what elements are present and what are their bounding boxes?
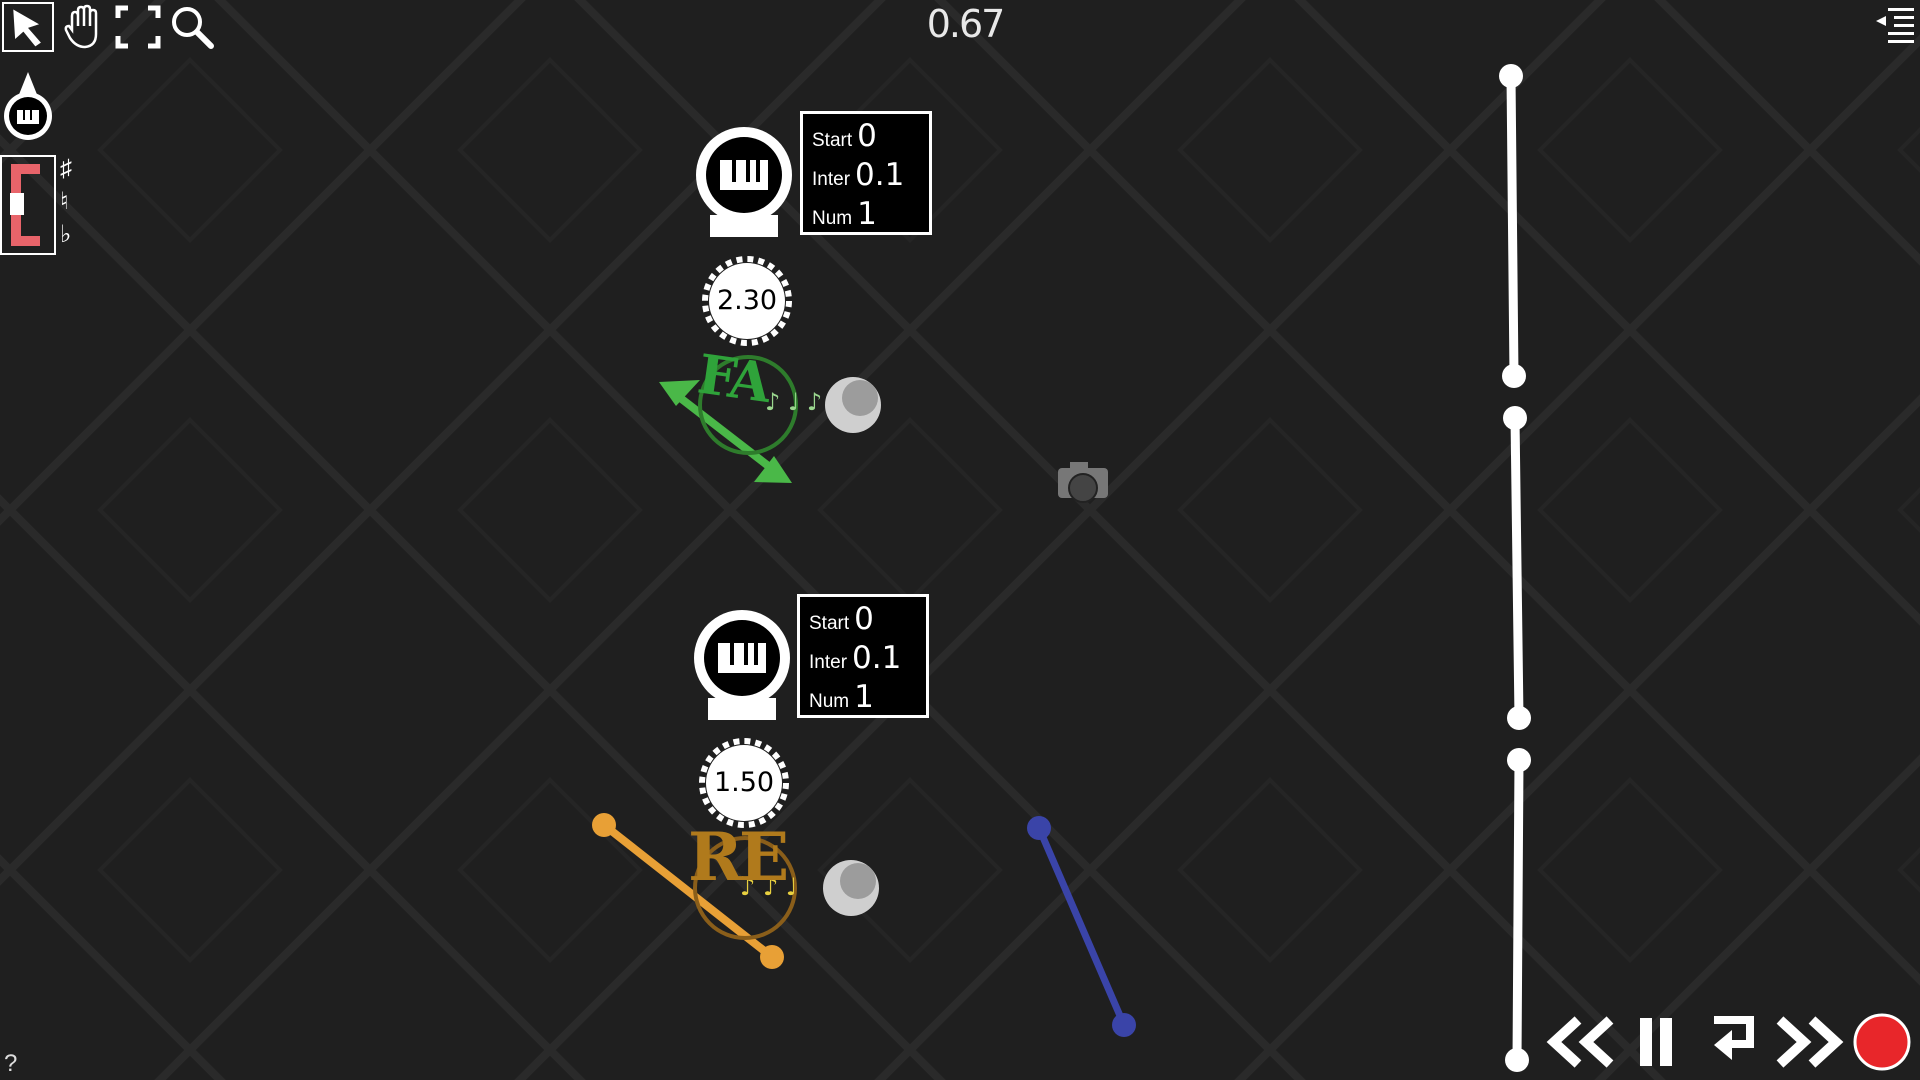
hand-icon	[64, 4, 98, 49]
fast-forward-button[interactable]	[1770, 1014, 1846, 1070]
inter-label: Inter	[809, 652, 848, 673]
record-button[interactable]	[1852, 1012, 1912, 1072]
select-tool-button[interactable]	[2, 2, 54, 52]
piano-tool-button[interactable]	[2, 68, 54, 144]
start-value[interactable]: 0	[857, 118, 877, 154]
loop-icon	[1714, 1016, 1754, 1060]
note-label-re: RE	[688, 818, 789, 896]
rewind-button[interactable]	[1544, 1014, 1620, 1070]
start-label: Start	[812, 130, 853, 151]
num-label: Num	[812, 208, 853, 229]
fast-forward-icon	[1776, 1016, 1844, 1068]
flat-option[interactable]: ♭	[60, 218, 72, 251]
timer-display: 0.67	[926, 2, 1006, 46]
num-value[interactable]: 1	[854, 679, 874, 715]
fullscreen-tool-button[interactable]	[112, 2, 164, 52]
camera-icon[interactable]	[1058, 462, 1108, 503]
white-line-2[interactable]	[1503, 406, 1531, 730]
record-icon	[1853, 1013, 1911, 1071]
sharp-option[interactable]: ♯	[60, 152, 72, 185]
menu-button[interactable]	[1874, 4, 1916, 46]
spawner-1-settings[interactable]: Start 0 Inter 0.1 Num 1	[800, 111, 932, 235]
gear-1-value[interactable]: 2.30	[708, 281, 786, 321]
zoom-tool-button[interactable]	[166, 2, 218, 52]
start-label: Start	[809, 613, 850, 634]
piano-drop-icon	[4, 72, 52, 140]
magnifier-icon	[172, 7, 214, 49]
scene-layer: ♪ ♩ ♪ ♪ ♪ ♩	[592, 64, 1531, 1072]
pointer-arrow-icon	[13, 9, 41, 47]
note-label-fa: FA	[693, 341, 772, 415]
blue-line[interactable]	[1027, 816, 1136, 1037]
natural-option[interactable]: ♮	[60, 185, 72, 218]
inter-value[interactable]: 0.1	[852, 640, 901, 676]
inter-label: Inter	[812, 169, 851, 190]
indented-list-icon	[1876, 8, 1914, 43]
rewind-icon	[1546, 1016, 1614, 1068]
start-value[interactable]: 0	[854, 601, 874, 637]
pause-button[interactable]	[1634, 1014, 1680, 1070]
note-ball-fa[interactable]	[825, 377, 881, 433]
svg-text:♪ ♩ ♪: ♪ ♩ ♪	[765, 388, 822, 416]
key-selector[interactable]	[0, 155, 56, 255]
white-line-1[interactable]	[1499, 64, 1526, 388]
accidental-selector[interactable]: ♯ ♮ ♭	[60, 152, 72, 251]
note-ball-re[interactable]	[823, 860, 879, 916]
inter-value[interactable]: 0.1	[855, 157, 904, 193]
pause-icon	[1640, 1018, 1672, 1066]
loop-button[interactable]	[1708, 1014, 1756, 1070]
hand-tool-button[interactable]	[58, 2, 110, 52]
fullscreen-icon	[115, 5, 161, 49]
piano-spawner-1-head[interactable]	[696, 127, 792, 237]
num-label: Num	[809, 691, 850, 712]
help-button[interactable]: ?	[4, 1050, 17, 1078]
white-line-3[interactable]	[1505, 748, 1531, 1072]
spawner-2-settings[interactable]: Start 0 Inter 0.1 Num 1	[797, 594, 929, 718]
key-c-icon	[10, 164, 40, 246]
piano-spawner-2-head[interactable]	[694, 610, 790, 720]
gear-2-value[interactable]: 1.50	[705, 763, 783, 803]
num-value[interactable]: 1	[857, 196, 877, 232]
